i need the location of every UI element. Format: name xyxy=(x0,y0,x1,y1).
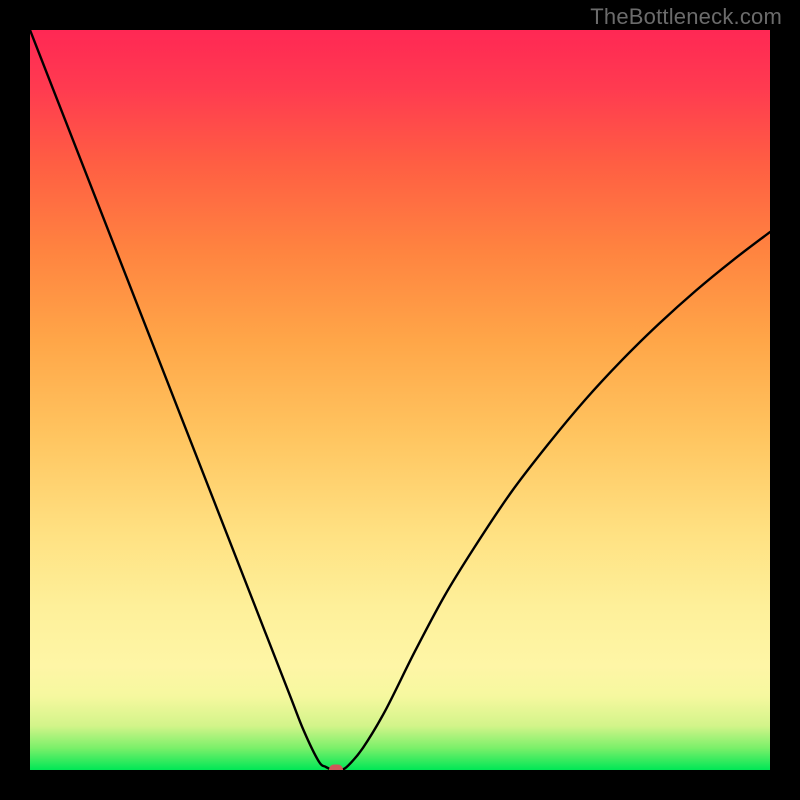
curve-svg xyxy=(30,30,770,770)
watermark-text: TheBottleneck.com xyxy=(590,4,782,30)
chart-frame: TheBottleneck.com xyxy=(0,0,800,800)
minimum-marker xyxy=(329,765,343,771)
bottleneck-curve xyxy=(30,30,770,770)
plot-area xyxy=(30,30,770,770)
